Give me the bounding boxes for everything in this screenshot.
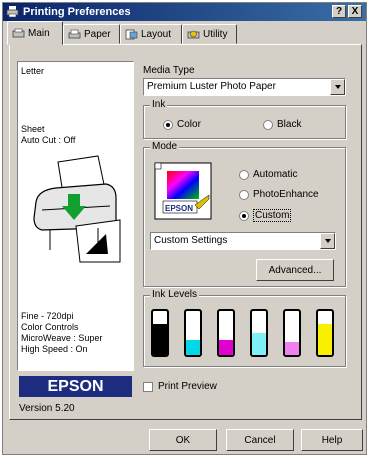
advanced-button[interactable]: Advanced... bbox=[256, 259, 334, 281]
ink-levels-label: Ink Levels bbox=[150, 289, 200, 300]
ink-level-fill bbox=[285, 341, 299, 355]
tab-paper[interactable]: Paper bbox=[63, 24, 120, 44]
chevron-down-icon[interactable] bbox=[330, 79, 345, 95]
color-controls-text: Color Controls bbox=[21, 322, 79, 332]
resolution-text: Fine - 720dpi bbox=[21, 311, 74, 321]
checkbox-icon[interactable] bbox=[143, 381, 153, 392]
driver-version: Version 5.20 bbox=[19, 403, 75, 414]
media-type-label: Media Type bbox=[143, 65, 195, 76]
tab-main-label: Main bbox=[28, 27, 50, 39]
ink-cartridge-magenta bbox=[217, 309, 235, 357]
ink-black-label: Black bbox=[277, 119, 302, 130]
chevron-down-icon[interactable] bbox=[320, 233, 335, 249]
window-title: Printing Preferences bbox=[23, 6, 131, 18]
printer-illustration bbox=[33, 155, 121, 263]
epson-icon-text: EPSON bbox=[165, 204, 193, 213]
ink-level-fill bbox=[219, 339, 233, 355]
ok-button[interactable]: OK bbox=[149, 429, 217, 451]
cancel-button[interactable]: Cancel bbox=[226, 429, 294, 451]
ink-cartridge-yellow bbox=[316, 309, 334, 357]
mode-automatic-label: Automatic bbox=[253, 169, 298, 180]
mode-custom-label: Custom bbox=[253, 209, 292, 222]
ink-level-fill bbox=[186, 339, 200, 355]
ink-color-radio[interactable]: Color bbox=[163, 119, 201, 130]
close-button[interactable]: X bbox=[348, 5, 362, 18]
main-tab-icon bbox=[12, 28, 25, 37]
epson-logo: EPSON bbox=[19, 376, 132, 397]
custom-settings-value: Custom Settings bbox=[154, 235, 228, 246]
mode-group-label: Mode bbox=[150, 141, 180, 152]
radio-icon[interactable] bbox=[239, 189, 249, 200]
tab-utility[interactable]: Utility bbox=[182, 24, 237, 44]
printer-icon bbox=[6, 6, 19, 18]
mode-photoenhance-radio[interactable]: PhotoEnhance bbox=[239, 189, 319, 200]
title-bar[interactable]: Printing Preferences ? X bbox=[3, 3, 366, 21]
help-button[interactable]: Help bbox=[301, 429, 363, 451]
utility-tab-icon bbox=[187, 30, 200, 38]
settings-preview: Letter Sheet Auto Cut : Off Fine - 720dp… bbox=[17, 61, 134, 371]
ink-level-fill bbox=[252, 333, 266, 355]
print-preview-label: Print Preview bbox=[158, 381, 217, 392]
tab-layout-label: Layout bbox=[141, 28, 172, 40]
tab-utility-label: Utility bbox=[203, 28, 228, 40]
tab-layout[interactable]: Layout bbox=[120, 24, 182, 44]
ink-level-fill bbox=[318, 324, 332, 355]
help-title-button[interactable]: ? bbox=[332, 5, 346, 18]
mode-photoenhance-label: PhotoEnhance bbox=[253, 189, 319, 200]
ink-cartridge-light-magenta bbox=[283, 309, 301, 357]
auto-cut-text: Auto Cut : Off bbox=[21, 135, 76, 145]
media-type-value: Premium Luster Photo Paper bbox=[147, 81, 276, 92]
ink-black-radio[interactable]: Black bbox=[263, 119, 301, 130]
layout-tab-icon bbox=[125, 29, 138, 39]
custom-settings-dropdown[interactable]: Custom Settings bbox=[150, 232, 336, 250]
print-preview-checkbox[interactable]: Print Preview bbox=[143, 381, 217, 392]
ink-color-label: Color bbox=[177, 119, 201, 130]
paper-source-text: Sheet bbox=[21, 124, 45, 134]
mode-custom-radio[interactable]: Custom bbox=[239, 209, 292, 222]
ink-level-fill bbox=[153, 324, 167, 355]
paper-size-text: Letter bbox=[21, 66, 45, 76]
media-type-dropdown[interactable]: Premium Luster Photo Paper bbox=[143, 78, 346, 96]
ink-group-label: Ink bbox=[150, 99, 168, 110]
epson-color-mode-icon: EPSON bbox=[154, 162, 212, 220]
microweave-text: MicroWeave : Super bbox=[21, 333, 103, 343]
radio-selected-icon[interactable] bbox=[239, 210, 249, 221]
mode-automatic-radio[interactable]: Automatic bbox=[239, 169, 297, 180]
radio-selected-icon[interactable] bbox=[163, 119, 173, 130]
radio-icon[interactable] bbox=[239, 169, 249, 180]
tab-main[interactable]: Main bbox=[7, 21, 63, 45]
ink-cartridge-black bbox=[151, 309, 169, 357]
printing-preferences-window: Printing Preferences ? X Main Paper Layo… bbox=[2, 2, 367, 455]
radio-icon[interactable] bbox=[263, 119, 273, 130]
paper-tab-icon bbox=[68, 29, 81, 38]
ink-cartridge-light-cyan bbox=[250, 309, 268, 357]
high-speed-text: High Speed : On bbox=[21, 344, 88, 354]
tab-paper-label: Paper bbox=[84, 28, 111, 40]
ink-cartridge-cyan bbox=[184, 309, 202, 357]
